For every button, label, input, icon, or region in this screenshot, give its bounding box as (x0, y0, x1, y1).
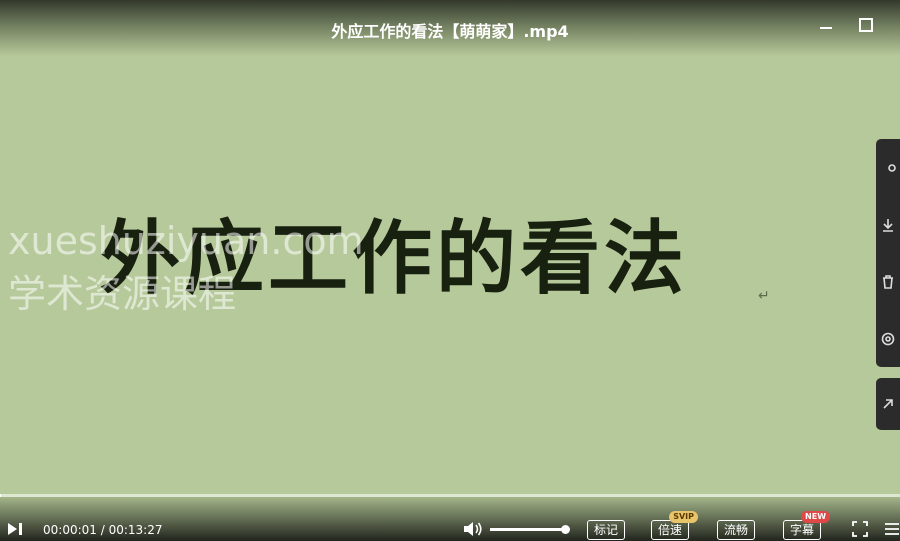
time-separator: / (96, 523, 109, 537)
time-display: 00:00:01 / 00:13:27 (43, 523, 162, 537)
side-settings-button[interactable] (876, 310, 900, 367)
collapse-icon (883, 399, 893, 409)
download-icon (883, 218, 893, 232)
current-time: 00:00:01 (43, 523, 97, 537)
duration: 00:13:27 (108, 523, 163, 537)
side-collapse-panel (876, 378, 900, 430)
watermark-text: 学术资源课程 (8, 272, 237, 316)
playlist-icon[interactable] (884, 521, 900, 537)
video-player: 外应工作的看法【萌萌家】.mp4 外应工作的看法 ↵ xueshuziyuan.… (0, 0, 900, 541)
volume-slider[interactable] (490, 525, 570, 534)
control-bar: 00:00:01 / 00:13:27 标记 倍速 SVIP 流畅 字幕 NEW (0, 497, 900, 541)
maximize-icon (859, 18, 873, 32)
minimize-button[interactable] (813, 12, 839, 38)
window-title: 外应工作的看法【萌萌家】.mp4 (331, 22, 569, 41)
side-toolbar (876, 139, 900, 367)
quality-button[interactable]: 流畅 (717, 520, 756, 540)
maximize-button[interactable] (853, 12, 879, 38)
volume-knob[interactable] (561, 525, 570, 534)
trash-icon (883, 274, 893, 289)
volume-icon[interactable] (462, 520, 484, 538)
new-badge: NEW (801, 511, 831, 523)
play-pause-icon[interactable] (6, 521, 26, 537)
return-mark: ↵ (758, 288, 770, 304)
fullscreen-icon[interactable] (852, 521, 868, 537)
watermark-url: xueshuziyuan.com (8, 219, 364, 263)
minimize-icon (820, 27, 832, 29)
side-delete-button[interactable] (876, 253, 900, 310)
share-icon (888, 163, 896, 172)
mark-label: 标记 (594, 523, 619, 537)
side-download-button[interactable] (876, 196, 900, 253)
speed-button[interactable]: 倍速 SVIP (651, 511, 699, 540)
svip-badge: SVIP (669, 511, 699, 523)
side-share-button[interactable] (876, 139, 900, 196)
speed-label: 倍速 (658, 523, 683, 537)
title-bar: 外应工作的看法【萌萌家】.mp4 (0, 0, 900, 56)
gear-icon (881, 332, 895, 345)
subtitle-button[interactable]: 字幕 NEW (783, 511, 831, 540)
quality-label: 流畅 (724, 523, 749, 537)
subtitle-label: 字幕 (790, 523, 815, 537)
mark-button[interactable]: 标记 (587, 520, 626, 540)
volume-fill (490, 528, 566, 531)
side-collapse-button[interactable] (876, 376, 900, 433)
